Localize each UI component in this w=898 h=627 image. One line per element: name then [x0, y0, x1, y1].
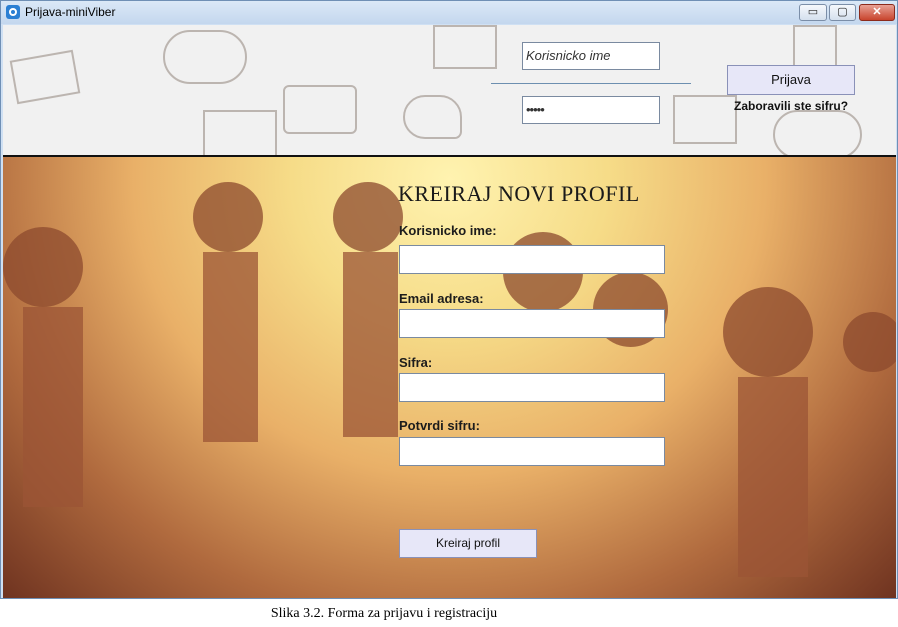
envelope-doodle-icon [9, 49, 81, 105]
registration-title: KREIRAJ NOVI PROFIL [398, 181, 640, 206]
close-icon: ✕ [872, 6, 882, 18]
username-field[interactable] [399, 245, 665, 274]
figure-head-decor [3, 227, 83, 307]
close-button[interactable]: ✕ [859, 4, 895, 21]
minimize-icon: ▭ [807, 6, 819, 18]
minimize-button[interactable]: ▭ [799, 4, 827, 21]
chat-bubble-doodle-icon [773, 110, 862, 155]
chat-bubble-doodle-icon [163, 30, 247, 84]
app-icon [6, 5, 20, 19]
figure-head-decor [723, 287, 813, 377]
maximize-button[interactable]: ▢ [829, 4, 856, 21]
figure-head-decor [333, 182, 403, 252]
confirm-password-field[interactable] [399, 437, 665, 466]
figure-body-decor [738, 377, 808, 577]
email-label: Email adresa: [399, 291, 484, 306]
login-password-input[interactable]: ••••• [522, 96, 660, 124]
username-label: Korisnicko ime: [399, 223, 497, 238]
figure-head-decor [193, 182, 263, 252]
login-username-input[interactable]: Korisnicko ime [522, 42, 660, 70]
email-field[interactable] [399, 309, 665, 338]
photo-doodle-icon [433, 25, 497, 69]
maximize-icon: ▢ [837, 6, 848, 18]
figure-body-decor [23, 307, 83, 507]
password-label: Sifra: [399, 355, 433, 370]
mail-doodle-icon [203, 110, 277, 155]
bird-doodle-icon [403, 95, 462, 139]
figure-body-decor [203, 252, 258, 442]
forgot-password-link[interactable]: Zaboravili ste sifru? [734, 99, 848, 113]
figure-body-decor [343, 252, 398, 437]
title-bar: Prijava-miniViber ▭ ▢ ✕ [1, 1, 897, 24]
header-divider [491, 83, 691, 84]
figure-caption: Slika 3.2. Forma za prijavu i registraci… [270, 606, 498, 621]
window-title: Prijava-miniViber [25, 5, 116, 19]
password-field[interactable] [399, 373, 665, 402]
create-profile-button[interactable]: Kreiraj profil [399, 529, 537, 558]
login-button[interactable]: Prijava [727, 65, 855, 95]
app-window: Prijava-miniViber ▭ ▢ ✕ Korisnicko ime •… [0, 0, 898, 599]
briefcase-doodle-icon [283, 85, 357, 134]
confirm-password-label: Potvrdi sifru: [399, 418, 480, 433]
contacts-doodle-icon [673, 95, 737, 144]
figure-head-decor [843, 312, 896, 372]
